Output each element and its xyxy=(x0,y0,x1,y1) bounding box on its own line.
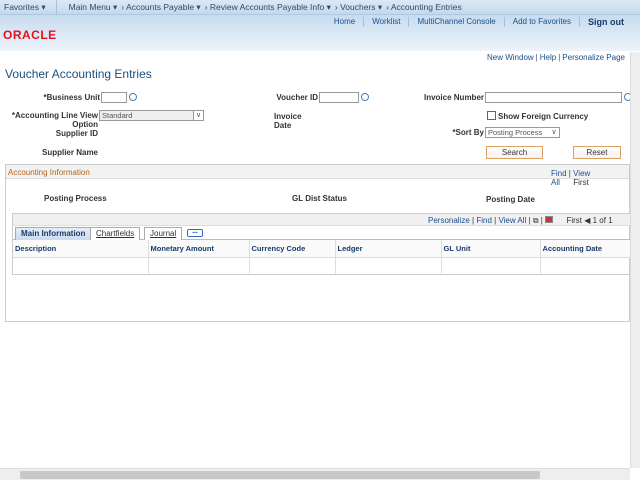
multichannel-console-link[interactable]: MultiChannel Console xyxy=(408,17,503,27)
show-all-columns-icon[interactable]: ▪▪▪ xyxy=(187,229,203,237)
download-icon[interactable] xyxy=(545,216,554,223)
crumb-accounting-entries: › Accounting Entries xyxy=(386,1,462,12)
invoice-number-label: Invoice Number xyxy=(423,93,484,102)
sign-out-link[interactable]: Sign out xyxy=(579,17,632,27)
supplier-id-label: Supplier ID xyxy=(55,129,98,138)
posting-date-label: Posting Date xyxy=(486,195,535,204)
add-to-favorites-link[interactable]: Add to Favorites xyxy=(503,17,579,27)
column-ledger[interactable]: Ledger xyxy=(335,240,442,258)
favorites-label: Favorites xyxy=(4,2,39,12)
search-icon[interactable] xyxy=(129,93,137,101)
breadcrumb: Main Menu ▾ › Accounts Payable ▾ › Revie… xyxy=(57,2,462,13)
horizontal-scrollbar[interactable] xyxy=(0,468,630,480)
table-row xyxy=(13,257,633,274)
selected-value: Standard xyxy=(102,111,133,120)
header: ORACLE Home Worklist MultiChannel Consol… xyxy=(0,15,640,51)
new-window-link[interactable]: New Window xyxy=(487,53,534,62)
zoom-icon[interactable]: ⧉ xyxy=(533,216,539,225)
crumb-vouchers[interactable]: › Vouchers ▾ xyxy=(335,2,382,13)
chevron-down-icon: ∨ xyxy=(193,111,203,120)
personalize-link[interactable]: Personalize xyxy=(428,216,470,225)
voucher-id-input[interactable] xyxy=(319,92,359,103)
accounting-line-view-option-label: Option xyxy=(72,120,98,129)
column-monetary-amount[interactable]: Monetary Amount xyxy=(148,240,250,258)
accounting-entries-grid: Personalize | Find | View All | ⧉ | Firs… xyxy=(12,213,633,275)
search-icon[interactable] xyxy=(361,93,369,101)
crumb-review-ap-info[interactable]: › Review Accounts Payable Info ▾ xyxy=(205,2,331,13)
posting-process-label: Posting Process xyxy=(44,194,107,203)
sort-by-label: *Sort By xyxy=(452,128,484,137)
column-description[interactable]: Description xyxy=(13,240,149,258)
search-button[interactable]: Search xyxy=(486,146,543,159)
entries-table: Description Monetary Amount Currency Cod… xyxy=(13,240,633,274)
business-unit-input[interactable] xyxy=(101,92,127,103)
show-foreign-currency-checkbox[interactable] xyxy=(487,111,496,120)
find-link[interactable]: Find xyxy=(476,216,492,225)
crumb-main-menu[interactable]: Main Menu ▾ xyxy=(69,2,118,13)
invoice-date-label: Invoice Date xyxy=(274,112,302,130)
favorites-menu[interactable]: Favorites ▾ xyxy=(0,0,57,15)
worklist-link[interactable]: Worklist xyxy=(363,17,408,27)
help-link[interactable]: Help xyxy=(540,53,556,62)
invoice-number-input[interactable] xyxy=(485,92,622,103)
accounting-information-section: Accounting Information Find | View All F… xyxy=(5,164,633,322)
reset-button[interactable]: Reset xyxy=(573,146,621,159)
column-currency-code[interactable]: Currency Code xyxy=(249,240,336,258)
sort-by-select[interactable]: Posting Process ∨ xyxy=(485,127,560,138)
crumb-accounts-payable[interactable]: › Accounts Payable ▾ xyxy=(121,2,200,13)
supplier-name-label: Supplier Name xyxy=(41,148,98,157)
row-range: 1 of 1 xyxy=(592,216,613,225)
accounting-line-view-label: *Accounting Line View xyxy=(11,111,98,120)
business-unit-label: *Business Unit xyxy=(43,93,100,102)
personalize-page-link[interactable]: Personalize Page xyxy=(562,53,625,62)
tab-chartfields[interactable]: Chartfields xyxy=(90,227,141,240)
find-link[interactable]: Find xyxy=(551,169,567,178)
first-link[interactable]: First xyxy=(566,216,582,225)
voucher-id-label: Voucher ID xyxy=(276,93,318,102)
column-accounting-date[interactable]: Accounting Date xyxy=(540,240,633,258)
scrollbar-thumb[interactable] xyxy=(20,471,540,479)
previous-icon[interactable]: ◀ xyxy=(584,216,590,225)
view-all-link[interactable]: View All xyxy=(498,216,526,225)
show-foreign-currency-label: Show Foreign Currency xyxy=(498,112,589,121)
chevron-down-icon: ∨ xyxy=(549,128,559,137)
vertical-scrollbar[interactable] xyxy=(630,52,640,468)
home-link[interactable]: Home xyxy=(326,17,363,27)
oracle-logo: ORACLE xyxy=(3,28,57,42)
gl-dist-status-label: GL Dist Status xyxy=(292,194,347,203)
section-title: Accounting Information xyxy=(8,168,90,177)
tab-main-information[interactable]: Main Information xyxy=(15,227,92,240)
page-title: Voucher Accounting Entries xyxy=(5,67,152,81)
first-link[interactable]: First xyxy=(573,178,589,187)
column-gl-unit[interactable]: GL Unit xyxy=(441,240,541,258)
selected-value: Posting Process xyxy=(488,128,543,137)
menu-bar: Favorites ▾ Main Menu ▾ › Accounts Payab… xyxy=(0,0,640,15)
tab-journal[interactable]: Journal xyxy=(144,227,183,240)
accounting-line-view-select[interactable]: Standard ∨ xyxy=(99,110,204,121)
